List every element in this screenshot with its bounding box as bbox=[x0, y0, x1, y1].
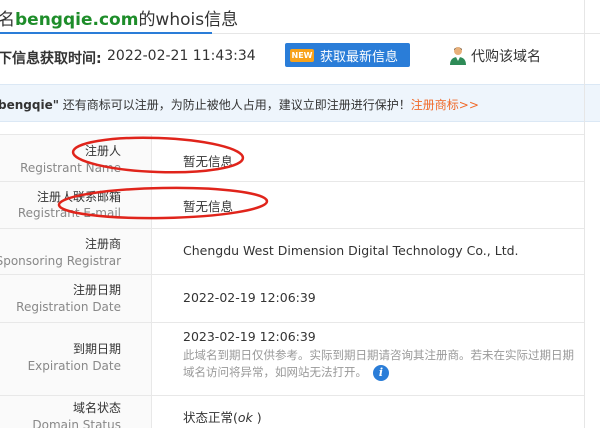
status-suffix: ) bbox=[252, 410, 262, 425]
label-en: Domain Status bbox=[32, 418, 121, 428]
row-label-cell: 注册人联系邮箱 Registrant E-mail bbox=[0, 182, 152, 228]
table-row: 注册日期 Registration Date 2022-02-19 12:06:… bbox=[0, 275, 584, 323]
expiration-note-line2-text: 域名访问将异常，如网站无法打开。 bbox=[183, 365, 367, 379]
row-label-cell: 注册人 Registrant Name bbox=[0, 135, 152, 181]
new-badge: NEW bbox=[290, 48, 314, 62]
status-code: ok bbox=[237, 410, 253, 425]
label-cn: 注册日期 bbox=[72, 283, 121, 297]
registrant-email-value: 暂无信息 bbox=[183, 199, 234, 214]
label-cn: 域名状态 bbox=[72, 401, 121, 415]
registrar-value[interactable]: Chengdu West Dimension Digital Technolog… bbox=[183, 243, 519, 258]
person-icon bbox=[450, 47, 466, 65]
trademark-notice: bengqie" 还有商标可以注册，为防止被他人占用，建议立即注册进行保护！注册… bbox=[0, 84, 600, 122]
domain-status-value: 状态正常(ok ) bbox=[183, 407, 262, 426]
title-prefix: 名 bbox=[0, 10, 15, 30]
buy-domain-label: 代购该域名 bbox=[471, 49, 541, 65]
whois-title-bar: 名bengqie.com的whois信息 bbox=[0, 0, 600, 34]
refresh-whois-button[interactable]: NEW 获取最新信息 bbox=[285, 43, 410, 67]
content-edge-line bbox=[584, 0, 585, 428]
label-en: Sponsoring Registrar bbox=[0, 254, 121, 268]
notice-text: bengqie" 还有商标可以注册，为防止被他人占用，建议立即注册进行保护！注册… bbox=[0, 96, 479, 113]
fetch-time-label: 下信息获取时间: bbox=[0, 51, 102, 67]
label-cn: 注册人联系邮箱 bbox=[36, 190, 121, 204]
whois-table: 注册人 Registrant Name 暂无信息 注册人联系邮箱 Registr… bbox=[0, 134, 584, 428]
notice-message: 还有商标可以注册，为防止被他人占用，建议立即注册进行保护！ bbox=[58, 98, 411, 112]
registrant-name-value: 暂无信息 bbox=[183, 154, 234, 169]
status-prefix: 状态正常( bbox=[183, 410, 238, 425]
expiration-date-value: 2023-02-19 12:06:39 bbox=[183, 329, 316, 344]
notice-domain: bengqie" bbox=[0, 98, 59, 112]
table-row: 到期日期 Expiration Date 2023-02-19 12:06:39… bbox=[0, 323, 584, 396]
register-trademark-link[interactable]: 注册商标>> bbox=[411, 98, 479, 112]
label-cn: 到期日期 bbox=[72, 342, 121, 356]
row-label-cell: 注册商 Sponsoring Registrar bbox=[0, 229, 152, 274]
expiration-note-line1: 此域名到期日仅供参考。实际到期日期请咨询其注册商。若未在实际过期日期 bbox=[183, 348, 574, 362]
expiration-note-line2: 域名访问将异常，如网站无法打开。 i bbox=[183, 364, 389, 381]
page-title: 名bengqie.com的whois信息 bbox=[0, 5, 238, 30]
info-bar: 下信息获取时间: 2022-02-21 11:43:34 NEW 获取最新信息 … bbox=[0, 34, 600, 82]
buy-domain-link[interactable]: 代购该域名 bbox=[449, 45, 541, 67]
table-row: 域名状态 Domain Status 状态正常(ok ) bbox=[0, 396, 584, 428]
label-en: Registrant Name bbox=[20, 161, 121, 175]
refresh-label: 获取最新信息 bbox=[320, 49, 399, 65]
label-en: Registrant E-mail bbox=[17, 206, 121, 220]
table-row: 注册人 Registrant Name 暂无信息 bbox=[0, 135, 584, 182]
label-cn: 注册商 bbox=[84, 237, 121, 251]
row-label-cell: 域名状态 Domain Status bbox=[0, 396, 152, 428]
label-en: Expiration Date bbox=[27, 359, 121, 373]
label-cn: 注册人 bbox=[84, 144, 121, 158]
info-icon[interactable]: i bbox=[373, 364, 389, 381]
registration-date-value: 2022-02-19 12:06:39 bbox=[183, 290, 316, 305]
table-row: 注册商 Sponsoring Registrar Chengdu West Di… bbox=[0, 229, 584, 275]
row-label-cell: 到期日期 Expiration Date bbox=[0, 323, 152, 395]
row-label-cell: 注册日期 Registration Date bbox=[0, 275, 152, 322]
title-domain: bengqie.com bbox=[15, 10, 139, 30]
title-suffix: 的whois信息 bbox=[138, 10, 239, 30]
table-row: 注册人联系邮箱 Registrant E-mail 暂无信息 bbox=[0, 182, 584, 229]
fetch-time-value: 2022-02-21 11:43:34 bbox=[107, 48, 256, 64]
label-en: Registration Date bbox=[16, 300, 121, 314]
